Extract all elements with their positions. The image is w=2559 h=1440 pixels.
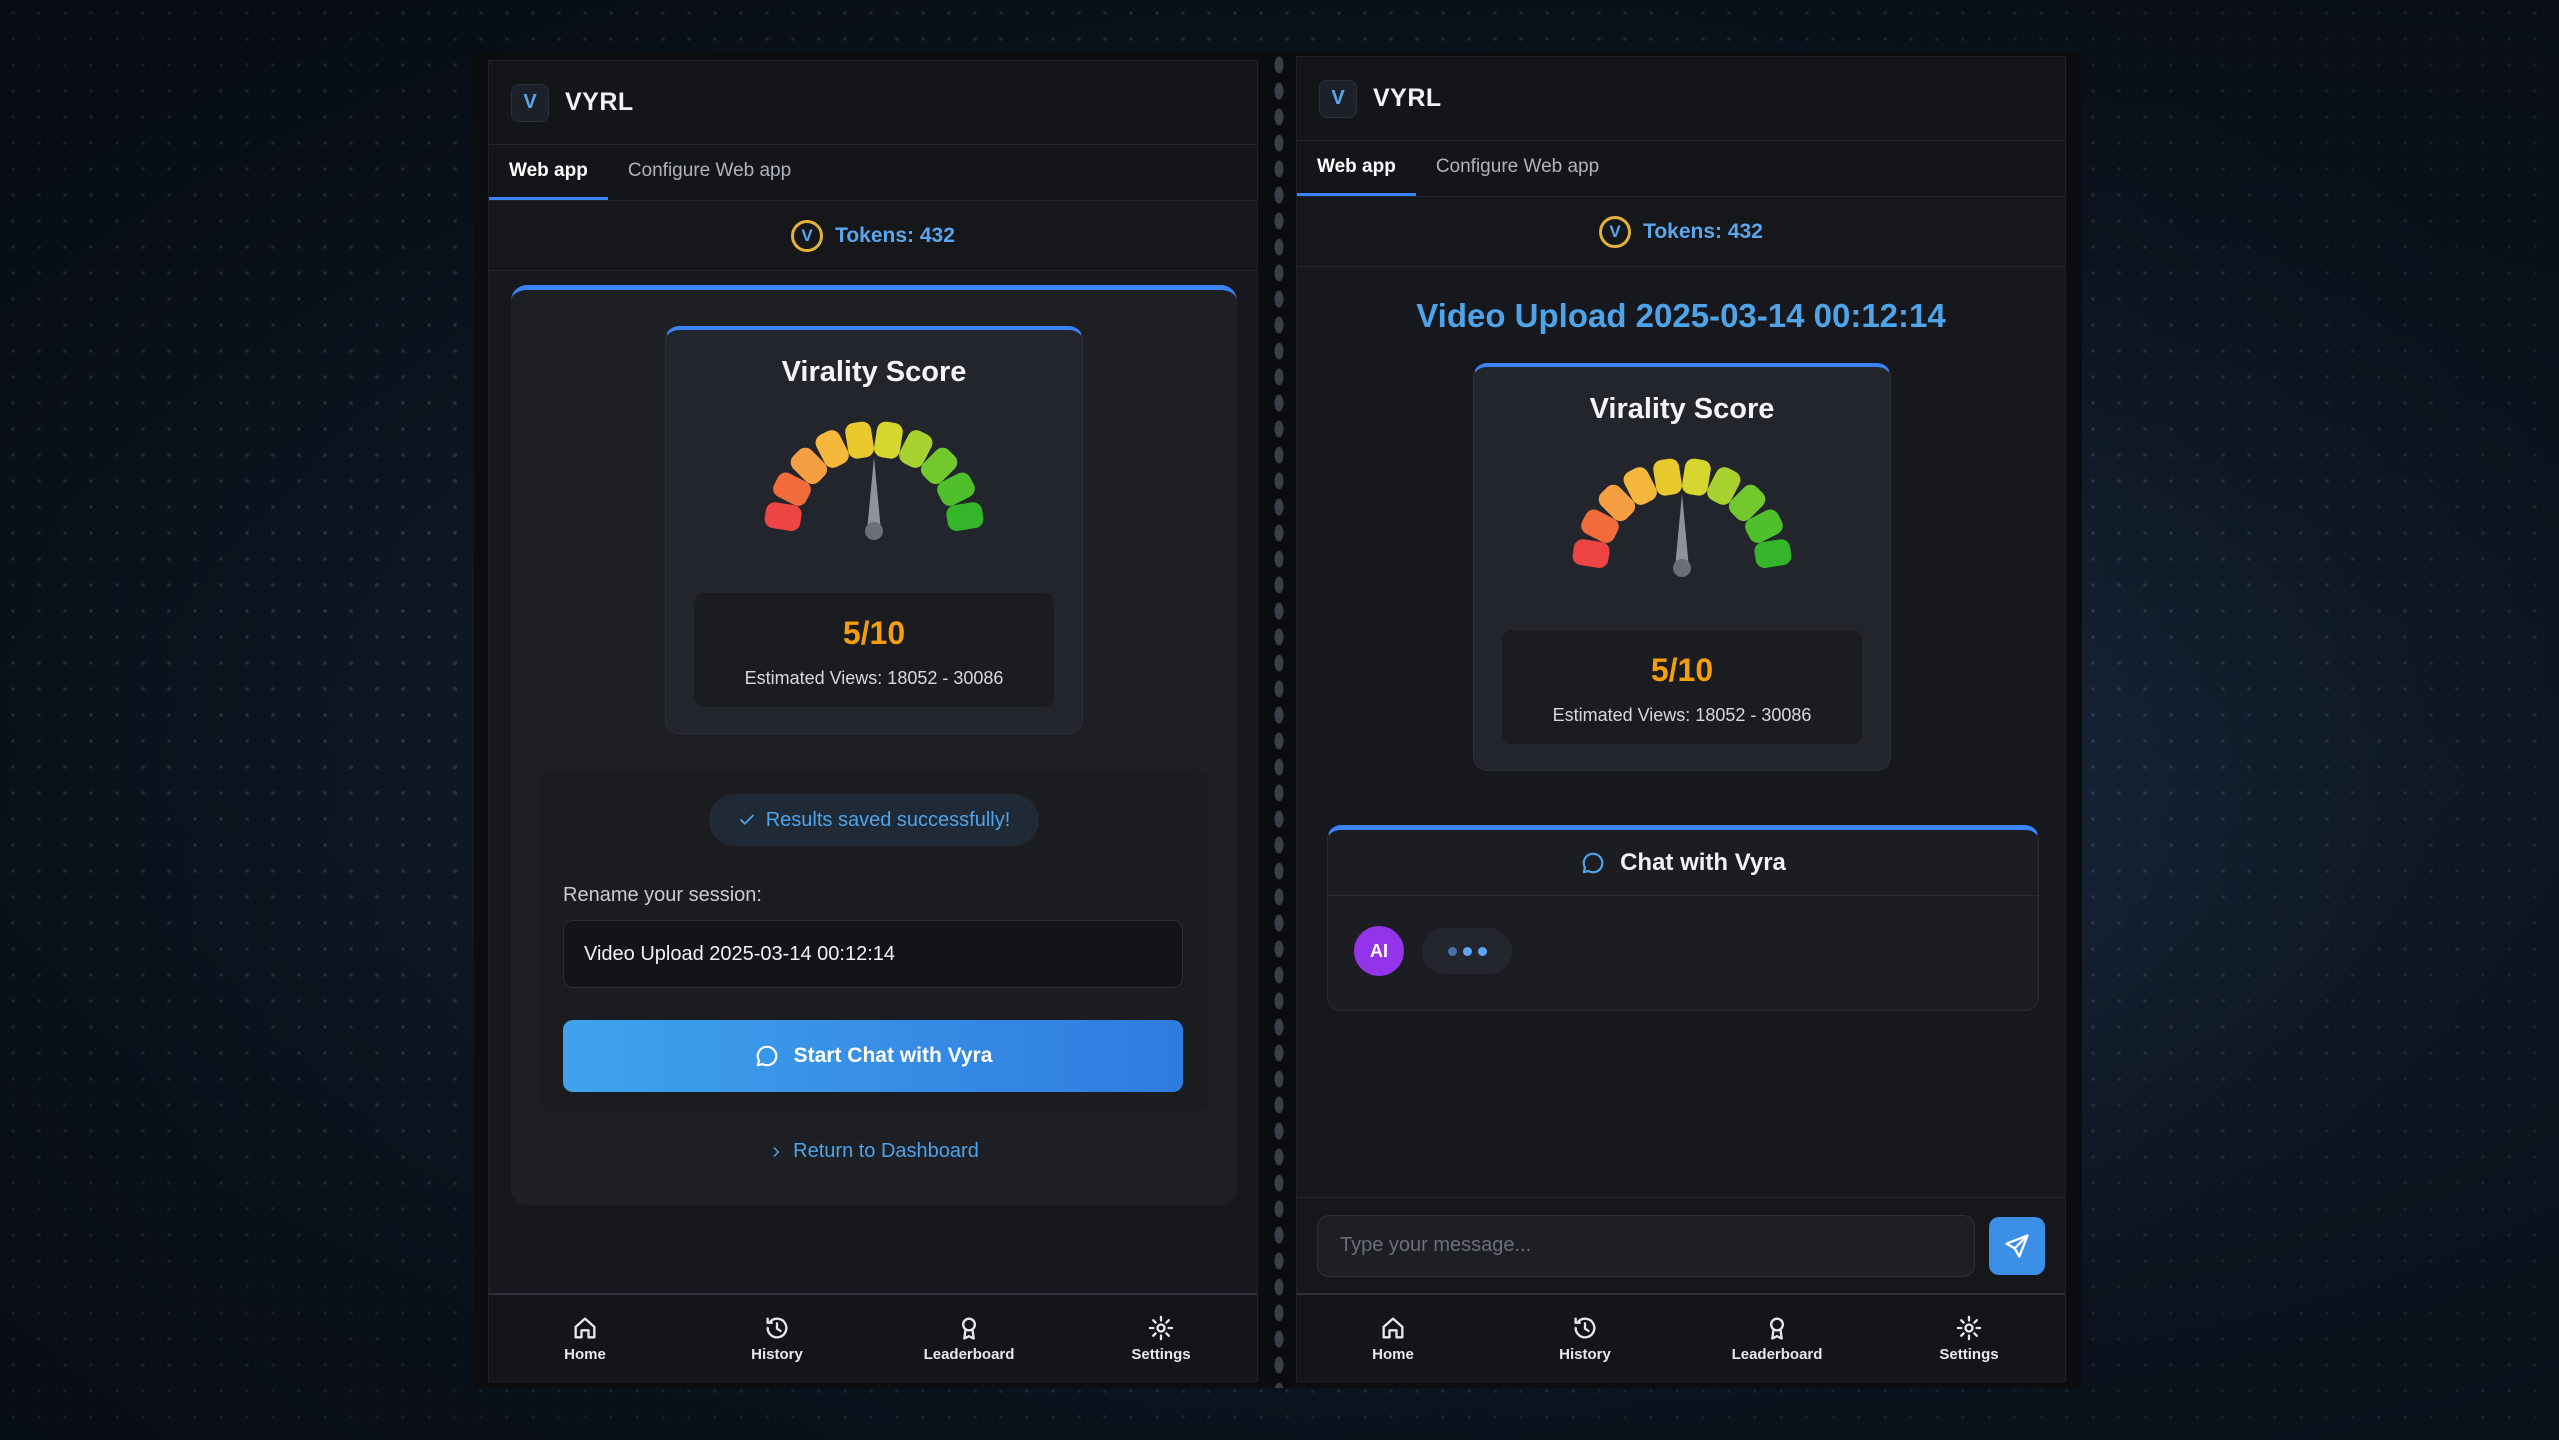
saved-status-text: Results saved successfully! bbox=[765, 808, 1011, 831]
chevron-right-icon bbox=[773, 1146, 780, 1157]
tokens-bar: V Tokens: 432 bbox=[1297, 197, 2065, 267]
nav-leaderboard-label: Leaderboard bbox=[923, 1345, 1015, 1363]
tokens-bar: V Tokens: 432 bbox=[489, 201, 1257, 271]
settings-icon bbox=[1956, 1315, 1982, 1340]
nav-home-label: Home bbox=[1372, 1345, 1414, 1363]
nav-settings-label: Settings bbox=[1131, 1345, 1191, 1363]
nav-history-label: History bbox=[751, 1345, 803, 1363]
nav-home[interactable]: Home bbox=[525, 1314, 645, 1363]
score-box: 5/10 Estimated Views: 18052 - 30086 bbox=[694, 593, 1054, 707]
tab-web-app[interactable]: Web app bbox=[1297, 141, 1416, 196]
nav-settings[interactable]: Settings bbox=[1101, 1314, 1221, 1363]
app-title: VYRL bbox=[1373, 84, 1442, 112]
start-chat-label: Start Chat with Vyra bbox=[793, 1044, 993, 1067]
return-to-dashboard-link[interactable]: Return to Dashboard bbox=[511, 1140, 1237, 1163]
saved-status-badge: Results saved successfully! bbox=[709, 794, 1039, 846]
nav-home[interactable]: Home bbox=[1333, 1314, 1453, 1363]
rename-label: Rename your session: bbox=[563, 884, 762, 906]
virality-score-title: Virality Score bbox=[1589, 393, 1775, 425]
estimated-views: Estimated Views: 18052 - 30086 bbox=[1552, 705, 1812, 725]
virality-score-card: Virality Score 5/10 Estimated Views: 180… bbox=[665, 326, 1083, 734]
leaderboard-icon bbox=[962, 1317, 976, 1340]
app-logo: V bbox=[511, 83, 549, 122]
virality-score-title: Virality Score bbox=[781, 356, 967, 388]
home-icon bbox=[1382, 1317, 1404, 1338]
tab-bar: Web app Configure Web app bbox=[1297, 141, 2065, 197]
virality-gauge bbox=[1572, 458, 1792, 577]
tokens-count: Tokens: 432 bbox=[1643, 219, 1763, 243]
tab-configure-web-app[interactable]: Configure Web app bbox=[608, 145, 811, 200]
token-coin-icon: V bbox=[791, 219, 824, 252]
nav-home-label: Home bbox=[564, 1345, 606, 1363]
send-button[interactable] bbox=[1989, 1216, 2045, 1275]
results-content: Virality Score 5/10 Estimated Views: 180… bbox=[489, 271, 1257, 1293]
score-value: 5/10 bbox=[842, 615, 906, 651]
nav-history[interactable]: History bbox=[1525, 1314, 1645, 1363]
app-title: VYRL bbox=[565, 88, 634, 116]
virality-gauge bbox=[764, 421, 984, 540]
chat-message-row: AI bbox=[1328, 896, 2038, 1006]
tab-bar: Web app Configure Web app bbox=[489, 145, 1257, 201]
nav-history-label: History bbox=[1559, 1345, 1611, 1363]
message-input[interactable] bbox=[1317, 1214, 1975, 1277]
ai-avatar: AI bbox=[1354, 926, 1404, 976]
gauge-hub bbox=[1673, 559, 1691, 577]
gauge-needle bbox=[1675, 494, 1689, 568]
score-value: 5/10 bbox=[1650, 652, 1714, 688]
nav-history[interactable]: History bbox=[717, 1314, 837, 1363]
results-screen: V VYRL Web app Configure Web app V Token… bbox=[488, 60, 1258, 1382]
send-icon bbox=[2005, 1233, 2029, 1258]
nav-settings[interactable]: Settings bbox=[1909, 1314, 2029, 1363]
nav-leaderboard[interactable]: Leaderboard bbox=[1717, 1314, 1837, 1363]
message-composer bbox=[1297, 1197, 2065, 1293]
chat-bubble-icon bbox=[1582, 852, 1604, 873]
chat-bubble-icon bbox=[756, 1045, 777, 1067]
gauge-hub bbox=[865, 522, 883, 540]
save-session-section: Results saved successfully! Rename your … bbox=[539, 770, 1209, 1112]
typing-dot bbox=[1447, 946, 1457, 956]
nav-leaderboard-label: Leaderboard bbox=[1731, 1345, 1823, 1363]
chat-content: Video Upload 2025-03-14 00:12:14 Viralit… bbox=[1297, 267, 2065, 1197]
token-coin-icon: V bbox=[1599, 215, 1632, 248]
results-card: Virality Score 5/10 Estimated Views: 180… bbox=[511, 285, 1237, 1205]
video-title: Video Upload 2025-03-14 00:12:14 bbox=[1416, 297, 1946, 334]
leaderboard-icon bbox=[1770, 1317, 1784, 1340]
history-icon bbox=[766, 1317, 788, 1339]
nav-leaderboard[interactable]: Leaderboard bbox=[909, 1314, 1029, 1363]
app-logo: V bbox=[1319, 79, 1357, 118]
nav-settings-label: Settings bbox=[1939, 1345, 1999, 1363]
history-icon bbox=[1574, 1317, 1596, 1339]
chat-header: Chat with Vyra bbox=[1328, 830, 2038, 896]
typing-dot bbox=[1477, 946, 1487, 956]
chat-card: Chat with Vyra AI bbox=[1327, 825, 2039, 1011]
typing-indicator bbox=[1422, 928, 1512, 974]
gauge-needle bbox=[867, 457, 881, 531]
chat-title: Chat with Vyra bbox=[1620, 848, 1786, 876]
chat-screen: V VYRL Web app Configure Web app V Token… bbox=[1296, 56, 2066, 1382]
score-box: 5/10 Estimated Views: 18052 - 30086 bbox=[1502, 630, 1862, 744]
start-chat-button[interactable]: Start Chat with Vyra bbox=[563, 1020, 1183, 1092]
app-header: V VYRL bbox=[1297, 57, 2065, 141]
panel-divider-dots bbox=[1272, 52, 1286, 1388]
app-header: V VYRL bbox=[489, 61, 1257, 145]
virality-score-card: Virality Score 5/10 Estimated Views: 180… bbox=[1473, 363, 1891, 771]
bottom-nav: Home History Leaderboard Settings bbox=[1297, 1293, 2065, 1381]
estimated-views: Estimated Views: 18052 - 30086 bbox=[744, 668, 1004, 688]
check-icon bbox=[739, 814, 754, 825]
bottom-nav: Home History Leaderboard Settings bbox=[489, 1293, 1257, 1381]
session-name-input[interactable] bbox=[563, 920, 1183, 988]
return-to-dashboard-label: Return to Dashboard bbox=[793, 1140, 979, 1162]
tab-configure-web-app[interactable]: Configure Web app bbox=[1416, 141, 1619, 196]
settings-icon bbox=[1148, 1315, 1174, 1340]
tab-web-app[interactable]: Web app bbox=[489, 145, 608, 200]
home-icon bbox=[574, 1317, 596, 1338]
typing-dot bbox=[1462, 946, 1472, 956]
tokens-count: Tokens: 432 bbox=[835, 223, 955, 247]
